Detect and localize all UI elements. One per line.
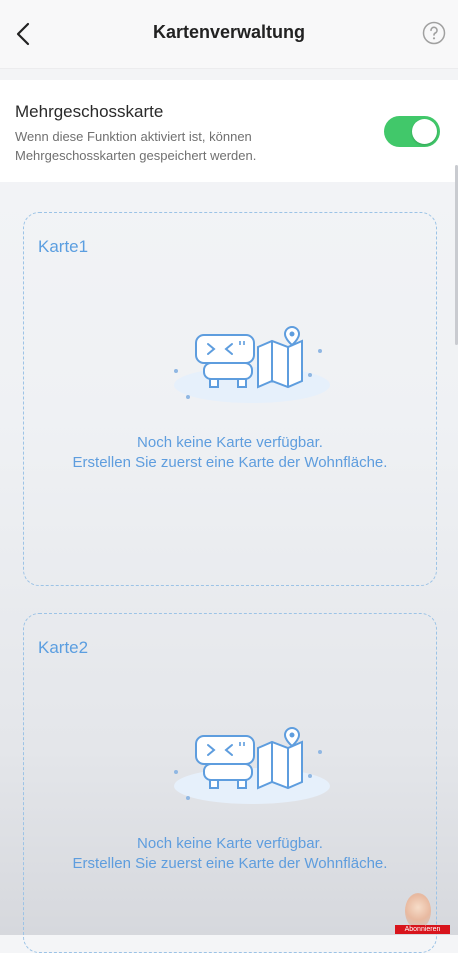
help-button[interactable] [422,21,446,45]
empty-map-message: Noch keine Karte verfügbar. Erstellen Si… [24,834,436,874]
empty-map-message: Noch keine Karte verfügbar. Erstellen Si… [24,433,436,473]
subscribe-button[interactable]: Abonnieren [395,925,450,934]
page-title: Kartenverwaltung [152,22,306,42]
map-card-1[interactable]: Karte1 Noch keine Karte verfügbar. Erste… [23,212,437,586]
empty-map-robot-illustration-icon [174,325,330,403]
empty-map-message-line2: Erstellen Sie zuerst eine Karte der Wohn… [72,855,388,872]
multifloor-title: Mehrgeschosskarte [15,102,164,121]
help-icon [422,21,446,45]
empty-map-message-line2: Erstellen Sie zuerst eine Karte der Wohn… [72,454,388,471]
map-card-label: Karte2 [38,638,89,657]
empty-map-robot-illustration-icon [174,726,330,804]
app-header: Kartenverwaltung [0,0,458,69]
map-card-2[interactable]: Karte2 Noch keine Karte verfügbar. Erste… [23,613,437,953]
map-card-label: Karte1 [38,237,89,256]
multifloor-toggle[interactable] [384,116,440,147]
toggle-knob [412,119,437,144]
empty-map-message-line1: Noch keine Karte verfügbar. [137,835,323,852]
channel-avatar[interactable] [405,893,431,929]
empty-map-message-line1: Noch keine Karte verfügbar. [137,434,323,451]
multifloor-description: Wenn diese Funktion aktiviert ist, könne… [15,129,257,163]
